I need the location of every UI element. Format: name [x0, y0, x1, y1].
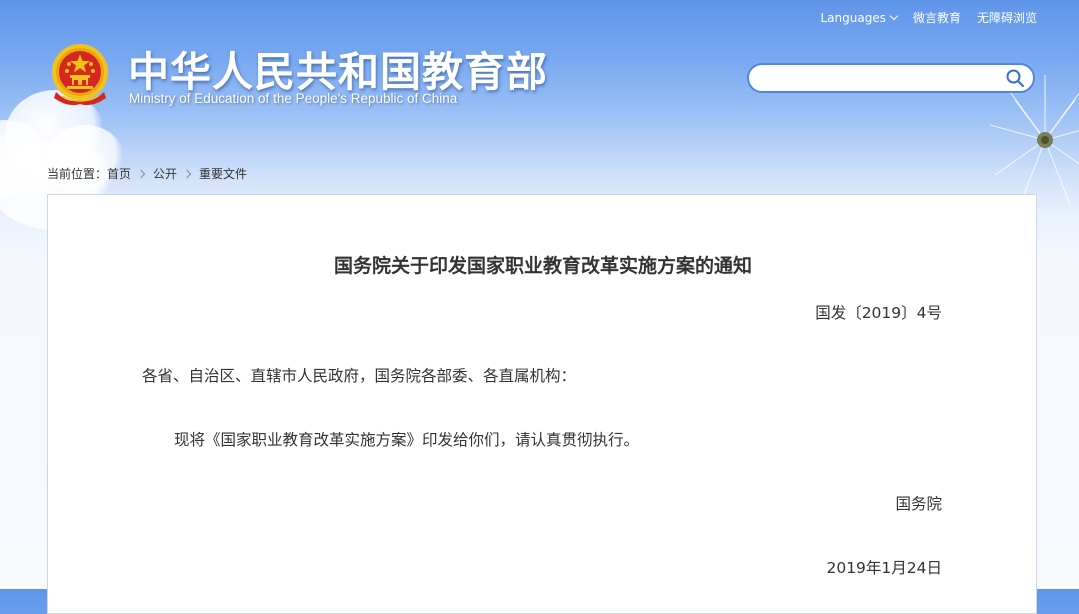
top-links: Languages 微言教育 无障碍浏览 — [820, 9, 1037, 26]
national-emblem-icon[interactable] — [48, 42, 112, 108]
search-icon[interactable] — [1005, 68, 1025, 88]
document-number: 国发〔2019〕4号 — [815, 304, 942, 322]
document-panel: 国务院关于印发国家职业教育改革实施方案的通知 国发〔2019〕4号 各省、自治区… — [47, 194, 1037, 614]
document-title: 国务院关于印发国家职业教育改革实施方案的通知 — [333, 255, 752, 277]
breadcrumb-item-public[interactable]: 公开 — [153, 165, 177, 182]
document-date: 2019年1月24日 — [826, 559, 942, 577]
chevron-right-icon — [182, 169, 192, 178]
search-input[interactable] — [763, 67, 999, 89]
breadcrumb-item-home[interactable]: 首页 — [107, 165, 131, 182]
accessibility-link[interactable]: 无障碍浏览 — [977, 9, 1037, 26]
breadcrumb: 当前位置： 首页 公开 重要文件 — [47, 165, 247, 182]
languages-link[interactable]: Languages — [820, 10, 899, 25]
site-name-en: Ministry of Education of the People's Re… — [129, 91, 458, 106]
breadcrumb-prefix: 当前位置： — [47, 167, 108, 181]
search-box — [747, 63, 1035, 93]
chevron-right-icon — [136, 169, 146, 178]
languages-label: Languages — [820, 10, 886, 25]
site-name[interactable]: 中华人民共和国教育部 — [128, 38, 548, 98]
weibo-link[interactable]: 微言教育 — [913, 9, 961, 26]
document-body: 现将《国家职业教育改革实施方案》印发给你们，请认真贯彻执行。 — [174, 431, 640, 449]
chevron-down-icon — [889, 11, 899, 20]
document-salutation: 各省、自治区、直辖市人民政府，国务院各部委、各直属机构： — [142, 367, 577, 385]
breadcrumb-item-important-docs[interactable]: 重要文件 — [199, 165, 247, 182]
document-signer: 国务院 — [895, 495, 942, 513]
